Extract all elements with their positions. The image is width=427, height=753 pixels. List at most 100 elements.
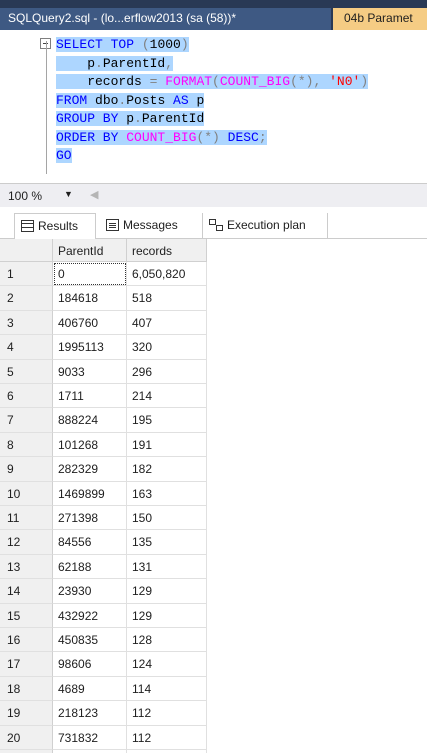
parentid-cell[interactable]: 406760 bbox=[53, 310, 127, 336]
records-cell[interactable]: 150 bbox=[127, 506, 207, 531]
zoom-level[interactable]: 100 % bbox=[8, 189, 42, 203]
selection-highlight: FROM dbo.Posts AS p bbox=[56, 92, 205, 108]
row-number[interactable]: 17 bbox=[0, 652, 53, 677]
records-cell[interactable]: 163 bbox=[127, 481, 207, 506]
table-row[interactable]: 16 450835 128 bbox=[0, 628, 300, 653]
row-number[interactable]: 15 bbox=[0, 603, 53, 628]
column-header-parentid[interactable]: ParentId bbox=[53, 239, 127, 262]
parentid-cell[interactable]: 23930 bbox=[53, 579, 127, 604]
records-cell[interactable]: 129 bbox=[127, 579, 207, 604]
table-row[interactable]: 4 1995113 320 bbox=[0, 335, 300, 360]
query-editor[interactable]: SELECT TOP (1000) p.ParentId, records = … bbox=[0, 30, 427, 183]
parentid-cell[interactable]: 9033 bbox=[53, 359, 127, 384]
records-cell[interactable]: 135 bbox=[127, 530, 207, 555]
records-cell[interactable]: 214 bbox=[127, 384, 207, 409]
records-cell[interactable]: 407 bbox=[127, 310, 207, 336]
results-grid[interactable]: ParentId records 1 0 6,050,820 2 184618 518 3 4… bbox=[0, 239, 427, 753]
row-number[interactable]: 4 bbox=[0, 335, 53, 360]
records-cell[interactable]: 182 bbox=[127, 457, 207, 482]
tab-04b-paramet[interactable]: 04b Paramet bbox=[333, 8, 427, 30]
table-row[interactable]: 10 1469899 163 bbox=[0, 481, 300, 506]
records-cell[interactable]: 112 bbox=[127, 701, 207, 726]
records-cell[interactable]: 131 bbox=[127, 554, 207, 580]
code-token: . bbox=[95, 55, 103, 71]
tab-execution-plan[interactable]: Execution plan bbox=[202, 213, 328, 239]
row-number[interactable]: 9 bbox=[0, 457, 53, 482]
parentid-cell[interactable]: 888224 bbox=[53, 408, 127, 433]
parentid-cell[interactable]: 271398 bbox=[53, 506, 127, 531]
table-row[interactable]: 15 432922 129 bbox=[0, 603, 300, 628]
chevron-down-icon[interactable]: ▼ bbox=[64, 189, 73, 199]
row-number[interactable]: 13 bbox=[0, 554, 53, 580]
code-token: (*) bbox=[196, 129, 228, 145]
parentid-cell[interactable]: 731832 bbox=[53, 725, 127, 750]
parentid-cell[interactable]: 450835 bbox=[53, 628, 127, 653]
row-number[interactable]: 10 bbox=[0, 481, 53, 506]
parentid-cell[interactable]: 62188 bbox=[53, 554, 127, 580]
parentid-cell[interactable]: 1469899 bbox=[53, 481, 127, 506]
table-row[interactable]: 12 84556 135 bbox=[0, 530, 300, 555]
tab-sqlquery2[interactable]: SQLQuery2.sql - (lo...erflow2013 (sa (58… bbox=[0, 8, 331, 30]
row-number[interactable]: 2 bbox=[0, 286, 53, 311]
table-row[interactable]: 17 98606 124 bbox=[0, 652, 300, 677]
table-row[interactable]: 11 271398 150 bbox=[0, 506, 300, 531]
row-number[interactable]: 7 bbox=[0, 408, 53, 433]
records-cell[interactable]: 296 bbox=[127, 359, 207, 384]
records-cell[interactable]: 112 bbox=[127, 725, 207, 750]
table-row[interactable]: 6 1711 214 bbox=[0, 384, 300, 409]
parentid-cell[interactable]: 432922 bbox=[53, 603, 127, 628]
records-cell[interactable]: 195 bbox=[127, 408, 207, 433]
row-number[interactable]: 1 bbox=[0, 262, 53, 287]
row-number[interactable]: 8 bbox=[0, 432, 53, 458]
table-row[interactable]: 13 62188 131 bbox=[0, 554, 300, 580]
parentid-cell[interactable]: 4689 bbox=[53, 676, 127, 702]
scroll-left-icon[interactable]: ◀ bbox=[90, 188, 98, 201]
tab-messages[interactable]: Messages bbox=[100, 213, 200, 239]
row-number[interactable]: 18 bbox=[0, 676, 53, 702]
grid-icon bbox=[21, 220, 34, 232]
row-number[interactable]: 20 bbox=[0, 725, 53, 750]
records-cell[interactable]: 6,050,820 bbox=[127, 262, 207, 287]
table-row[interactable]: 7 888224 195 bbox=[0, 408, 300, 433]
table-row[interactable]: 2 184618 518 bbox=[0, 286, 300, 311]
table-row[interactable]: 18 4689 114 bbox=[0, 676, 300, 702]
parentid-cell[interactable]: 84556 bbox=[53, 530, 127, 555]
column-header-records[interactable]: records bbox=[127, 239, 207, 262]
code-token: p bbox=[196, 92, 205, 108]
row-number[interactable]: 6 bbox=[0, 384, 53, 409]
table-row[interactable]: 8 101268 191 bbox=[0, 432, 300, 458]
table-row[interactable]: 14 23930 129 bbox=[0, 579, 300, 604]
records-cell[interactable]: 518 bbox=[127, 286, 207, 311]
table-row[interactable]: 9 282329 182 bbox=[0, 457, 300, 482]
records-cell[interactable]: 191 bbox=[127, 432, 207, 458]
tab-results[interactable]: Results bbox=[14, 213, 96, 239]
row-number-header[interactable] bbox=[0, 239, 53, 262]
records-cell[interactable]: 114 bbox=[127, 676, 207, 702]
row-number[interactable]: 11 bbox=[0, 506, 53, 531]
parentid-cell[interactable]: 282329 bbox=[53, 457, 127, 482]
records-cell[interactable]: 320 bbox=[127, 335, 207, 360]
row-number[interactable]: 3 bbox=[0, 310, 53, 336]
records-cell[interactable]: 129 bbox=[127, 603, 207, 628]
table-row[interactable]: 1 0 6,050,820 bbox=[0, 262, 300, 287]
table-row[interactable]: 5 9033 296 bbox=[0, 359, 300, 384]
row-number[interactable]: 5 bbox=[0, 359, 53, 384]
table-row[interactable]: 3 406760 407 bbox=[0, 310, 300, 336]
row-number[interactable]: 14 bbox=[0, 579, 53, 604]
parentid-cell[interactable]: 1995113 bbox=[53, 335, 127, 360]
records-cell[interactable]: 128 bbox=[127, 628, 207, 653]
parentid-cell[interactable]: 218123 bbox=[53, 701, 127, 726]
table-row[interactable]: 19 218123 112 bbox=[0, 701, 300, 726]
code-token: ParentId bbox=[102, 55, 166, 71]
row-number[interactable]: 12 bbox=[0, 530, 53, 555]
records-cell[interactable]: 124 bbox=[127, 652, 207, 677]
parentid-cell[interactable]: 184618 bbox=[53, 286, 127, 311]
parentid-cell[interactable]: 0 bbox=[53, 262, 127, 287]
row-number[interactable]: 19 bbox=[0, 701, 53, 726]
row-number[interactable]: 16 bbox=[0, 628, 53, 653]
table-row[interactable]: 20 731832 112 bbox=[0, 725, 300, 750]
parentid-cell[interactable]: 98606 bbox=[53, 652, 127, 677]
parentid-cell[interactable]: 101268 bbox=[53, 432, 127, 458]
parentid-cell[interactable]: 1711 bbox=[53, 384, 127, 409]
code-token: DESC bbox=[227, 129, 259, 145]
